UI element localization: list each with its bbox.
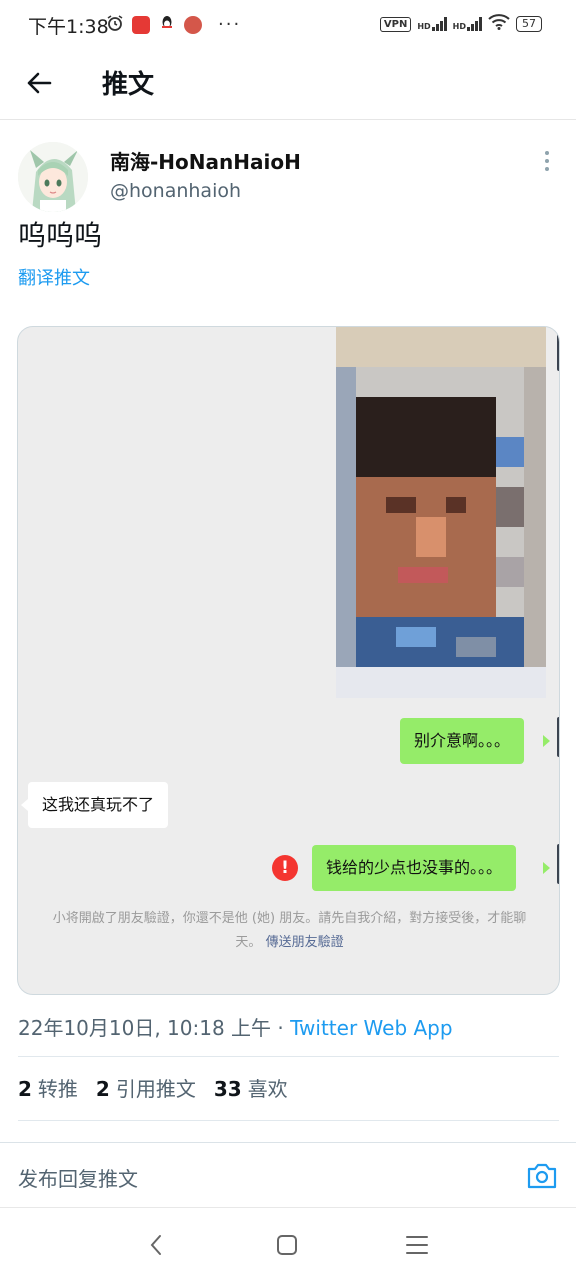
- hd-label: HD: [417, 22, 431, 31]
- author-handle[interactable]: @honanhaioh: [110, 180, 241, 202]
- avatar[interactable]: [18, 142, 88, 212]
- alarm-icon: [106, 14, 124, 36]
- bubble-tail: [543, 735, 550, 747]
- nav-back-button[interactable]: [140, 1230, 174, 1260]
- contact-avatar: [557, 717, 559, 757]
- pixelated-photo-message: [336, 327, 546, 698]
- signal-icon: HD: [453, 17, 482, 31]
- dot-icon: [545, 167, 549, 171]
- square-icon: [277, 1235, 297, 1255]
- wifi-icon: [488, 14, 510, 34]
- tweet-stats: 2 转推 2 引用推文 33 喜欢: [18, 1073, 288, 1102]
- dot-icon: [545, 159, 549, 163]
- bubble-tail: [21, 799, 28, 811]
- signal-icon: HD: [417, 17, 447, 31]
- send-failed-icon: !: [272, 855, 298, 881]
- tweet-media-image[interactable]: 别介意啊。。。 这我还真玩不了 ! 钱给的少点也没事的。。。 小将開啟了朋友驗證…: [17, 326, 560, 995]
- reply-input[interactable]: 发布回复推文: [18, 1163, 138, 1192]
- vpn-badge: VPN: [379, 16, 412, 32]
- tweet-timestamp: 22年10月10日, 10:18 上午: [18, 1016, 272, 1040]
- divider: [18, 1120, 559, 1121]
- bubble-tail: [543, 862, 550, 874]
- send-verification-link: 傳送朋友驗證: [265, 935, 344, 950]
- qq-icon: [158, 14, 176, 36]
- status-time: 下午1:38: [28, 16, 109, 38]
- netease-music-icon: [132, 16, 150, 34]
- notice-text: 天。: [235, 935, 262, 950]
- back-button[interactable]: [22, 66, 56, 100]
- translate-tweet-link[interactable]: 翻译推文: [18, 264, 90, 290]
- notification-icons: ···: [106, 14, 241, 36]
- camera-button[interactable]: [526, 1161, 558, 1191]
- retweets-stat[interactable]: 2 转推: [18, 1073, 78, 1102]
- tweet-text: 呜呜呜: [18, 219, 103, 252]
- chat-bubble-sent: 钱给的少点也没事的。。。: [312, 845, 517, 891]
- likes-count: 33: [213, 1077, 242, 1101]
- nav-home-button[interactable]: [270, 1230, 304, 1260]
- dot-icon: [545, 151, 549, 155]
- nav-menu-button[interactable]: [400, 1230, 434, 1260]
- system-indicators: VPN HD HD 57: [379, 14, 542, 34]
- battery-indicator: 57: [516, 16, 542, 32]
- tweet-meta: 22年10月10日, 10:18 上午 · Twitter Web App: [18, 1012, 453, 1041]
- retweets-label: 转推: [37, 1077, 78, 1101]
- meta-separator: ·: [277, 1016, 284, 1040]
- top-app-bar: 推文: [0, 48, 576, 120]
- contact-avatar: [557, 331, 559, 371]
- chevron-left-icon: [150, 1235, 161, 1255]
- notice-line: 小将開啟了朋友驗證，你還不是他 (她) 朋友。請先自我介紹，對方接受後，才能聊: [52, 911, 527, 926]
- status-bar: 下午1:38 ··· VPN HD HD 57: [0, 0, 576, 48]
- system-navigation-bar: [0, 1210, 576, 1280]
- weibo-icon: [184, 16, 202, 34]
- friend-verification-notice: 小将開啟了朋友驗證，你還不是他 (她) 朋友。請先自我介紹，對方接受後，才能聊 …: [18, 907, 559, 955]
- divider: [18, 1056, 559, 1057]
- likes-stat[interactable]: 33 喜欢: [214, 1073, 288, 1102]
- camera-icon: [527, 1163, 557, 1189]
- anime-avatar-image: [18, 142, 88, 212]
- notice-line: 天。 傳送朋友驗證: [18, 931, 559, 955]
- tweet-source-link[interactable]: Twitter Web App: [290, 1016, 452, 1040]
- likes-label: 喜欢: [247, 1077, 288, 1101]
- hd-label: HD: [452, 22, 466, 31]
- menu-icon: [406, 1236, 428, 1254]
- page-title: 推文: [102, 70, 155, 100]
- quotes-label: 引用推文: [115, 1077, 196, 1101]
- arrow-left-icon: [27, 72, 52, 94]
- more-notifications-icon: ···: [218, 14, 242, 35]
- contact-avatar: [557, 844, 559, 884]
- retweets-count: 2: [18, 1077, 32, 1101]
- chat-bubble-received: 这我还真玩不了: [28, 782, 169, 828]
- quotes-count: 2: [95, 1077, 110, 1101]
- more-options-button[interactable]: [536, 148, 558, 174]
- quotes-stat[interactable]: 2 引用推文: [96, 1073, 196, 1102]
- chat-bubble-sent: 别介意啊。。。: [400, 718, 525, 764]
- author-name[interactable]: 南海-HoNanHaioH: [110, 146, 301, 175]
- reply-composer: 发布回复推文: [0, 1142, 576, 1208]
